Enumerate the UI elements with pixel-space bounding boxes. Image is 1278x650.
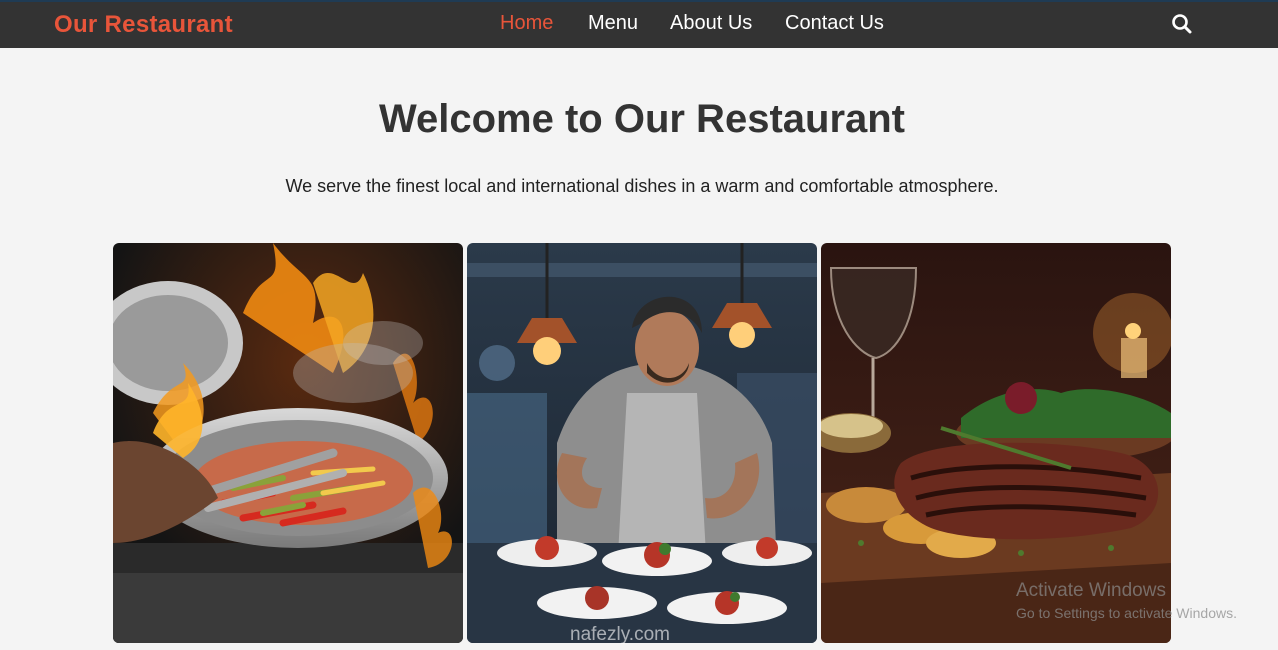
- nav-about-link[interactable]: About Us: [670, 12, 752, 35]
- activate-windows-title: Activate Windows: [1016, 580, 1166, 601]
- watermark-url: nafezly.com: [570, 624, 670, 645]
- page-title: Welcome to Our Restaurant: [378, 97, 906, 141]
- page-subtitle: We serve the finest local and internatio…: [285, 176, 999, 196]
- nav-home-link[interactable]: Home: [500, 12, 553, 35]
- nav-contact-link[interactable]: Contact Us: [785, 12, 884, 35]
- nav-links: Home Menu About Us Contact Us: [0, 2, 1278, 48]
- image-gallery: [113, 243, 1171, 643]
- gallery-image-chef-plating: [467, 243, 817, 643]
- search-icon[interactable]: [1170, 12, 1194, 36]
- activate-windows-subtitle: Go to Settings to activate Windows.: [1016, 605, 1237, 621]
- top-navbar: Our Restaurant Home Menu About Us Contac…: [0, 0, 1278, 48]
- nav-menu-link[interactable]: Menu: [588, 12, 638, 35]
- gallery-image-flaming-pan: [113, 243, 463, 643]
